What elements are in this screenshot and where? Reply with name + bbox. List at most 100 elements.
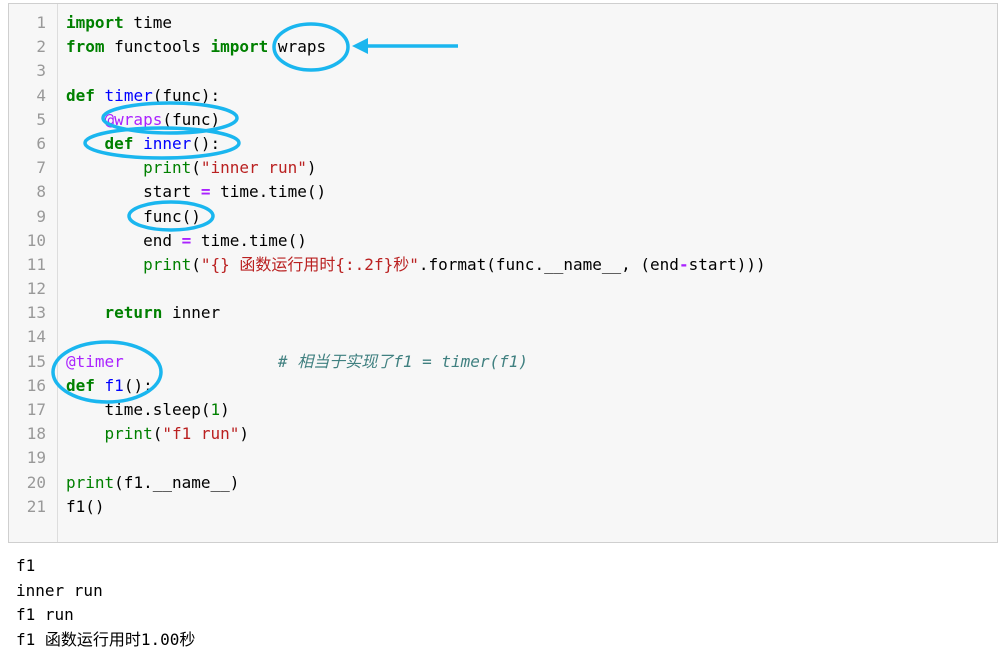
code-line[interactable]: 6 def inner(): [9,132,997,156]
code-line[interactable]: 3 [9,59,997,83]
code-token: print [66,473,114,492]
code-text[interactable]: print("f1 run") [66,422,249,446]
code-token [95,376,105,395]
code-line[interactable]: 14 [9,325,997,349]
output-line: f1 [16,554,195,579]
code-token: inner [143,134,191,153]
code-line[interactable]: 1import time [9,11,997,35]
line-number: 14 [9,325,46,349]
code-text[interactable]: print("inner run") [66,156,316,180]
code-text[interactable]: @wraps(func) [66,108,220,132]
code-token [66,424,105,443]
code-token: @timer [66,352,124,371]
code-line[interactable]: 20 print(f1.__name__) [9,471,997,495]
code-token: print [143,158,191,177]
code-token: print [143,255,191,274]
output-line: inner run [16,579,195,604]
code-text[interactable]: return inner [66,301,220,325]
code-line[interactable]: 10 end = time.time() [9,229,997,253]
code-text[interactable]: from functools import wraps [66,35,326,59]
code-text[interactable]: def inner(): [66,132,220,156]
code-line[interactable]: 11 print("{} 函数运行用时{:.2f}秒".format(func.… [9,253,997,277]
code-token [66,158,143,177]
code-token: ( [153,424,163,443]
line-number: 15 [9,350,46,374]
code-line[interactable]: 7 print("inner run") [9,156,997,180]
code-text[interactable]: start = time.time() [66,180,326,204]
line-number: 2 [9,35,46,59]
code-text[interactable]: time.sleep(1) [66,398,230,422]
code-token: (): [124,376,153,395]
code-token: .format(func.__name__, (end [419,255,679,274]
code-line[interactable]: 19 [9,446,997,470]
code-text[interactable]: print(f1.__name__) [66,471,239,495]
code-token [66,134,105,153]
code-token: "{} 函数运行用时{:.2f}秒" [201,255,419,274]
code-token: import [211,37,269,56]
code-text[interactable]: func() [66,205,201,229]
code-token: (f1.__name__) [114,473,239,492]
code-token: time.sleep( [66,400,211,419]
code-cell[interactable]: 1import time2from functools import wraps… [8,3,998,543]
code-token: (func): [153,86,220,105]
code-line[interactable]: 21 f1() [9,495,997,519]
code-token: @wraps [105,110,163,129]
output-line: f1 函数运行用时1.00秒 [16,628,195,652]
code-token: def [66,376,95,395]
code-text[interactable]: end = time.time() [66,229,307,253]
code-token: ( [191,158,201,177]
code-token: from [66,37,105,56]
code-token: "inner run" [201,158,307,177]
code-token [133,134,143,153]
line-number: 5 [9,108,46,132]
code-token [124,352,278,371]
code-line[interactable]: 18 print("f1 run") [9,422,997,446]
line-number: 20 [9,471,46,495]
code-token: timer [105,86,153,105]
line-number: 11 [9,253,46,277]
code-token: functools [105,37,211,56]
code-token [95,86,105,105]
code-token: end [66,231,182,250]
code-line[interactable]: 4def timer(func): [9,84,997,108]
code-token: (): [191,134,220,153]
code-text[interactable]: print("{} 函数运行用时{:.2f}秒".format(func.__n… [66,253,766,277]
code-token: 1 [211,400,221,419]
code-token: time.time() [191,231,307,250]
code-text[interactable]: @timer # 相当于实现了f1 = timer(f1) [66,350,528,374]
code-text[interactable]: def f1(): [66,374,153,398]
code-line[interactable]: 8 start = time.time() [9,180,997,204]
code-line[interactable]: 15 @timer # 相当于实现了f1 = timer(f1) [9,350,997,374]
line-number: 12 [9,277,46,301]
code-token: f1() [66,497,105,516]
code-line[interactable]: 17 time.sleep(1) [9,398,997,422]
line-number: 18 [9,422,46,446]
code-token: ) [220,400,230,419]
cell-output: f1inner runf1 runf1 函数运行用时1.00秒 [16,554,195,652]
code-line[interactable]: 9 func() [9,205,997,229]
code-token: ) [239,424,249,443]
code-line[interactable]: 2 from functools import wraps [9,35,997,59]
code-token: f1 [105,376,124,395]
code-line[interactable]: 16 def f1(): [9,374,997,398]
code-line[interactable]: 12 [9,277,997,301]
line-number: 13 [9,301,46,325]
code-token: - [679,255,689,274]
code-token: return [105,303,163,322]
code-token: print [105,424,153,443]
code-token: time [124,13,172,32]
code-editor[interactable]: 1import time2from functools import wraps… [9,11,997,519]
code-token: func() [66,207,201,226]
code-token: import [66,13,124,32]
code-token: wraps [268,37,326,56]
code-line[interactable]: 5 @wraps(func) [9,108,997,132]
code-text[interactable]: f1() [66,495,105,519]
line-number: 21 [9,495,46,519]
code-text[interactable]: import time [66,11,172,35]
code-line[interactable]: 13 return inner [9,301,997,325]
code-token: "f1 run" [162,424,239,443]
code-text[interactable]: def timer(func): [66,84,220,108]
line-number: 16 [9,374,46,398]
code-token: # 相当于实现了f1 = timer(f1) [278,352,528,371]
code-token [66,255,143,274]
